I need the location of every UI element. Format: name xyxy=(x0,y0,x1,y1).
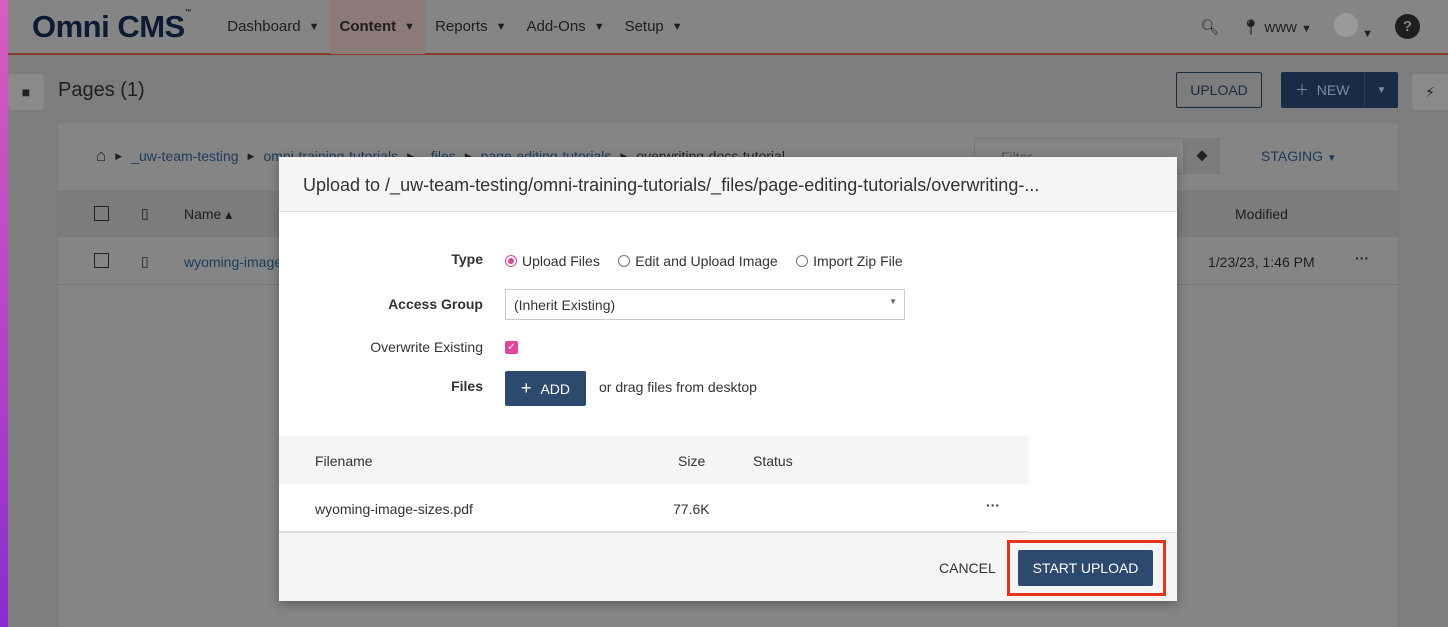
desktop-edge xyxy=(0,0,8,627)
add-files-button[interactable]: + ADD xyxy=(505,371,586,406)
column-name[interactable]: Name ▴ xyxy=(184,206,232,223)
file-size: 77.6K xyxy=(673,501,710,517)
caret-right-icon: ▶ xyxy=(247,150,255,161)
more-options-icon[interactable]: ··· xyxy=(1355,250,1369,266)
tag-icon[interactable]: ⬥ xyxy=(1184,138,1220,174)
upload-file-table: Filename Size Status wyoming-image-sizes… xyxy=(279,436,1029,532)
select-all-checkbox[interactable] xyxy=(94,206,109,221)
chevron-down-icon: ▼ xyxy=(671,20,683,33)
breadcrumb-item[interactable]: _uw-team-testing xyxy=(131,148,238,164)
upload-button[interactable]: UPLOAD xyxy=(1176,72,1262,108)
nav-reports[interactable]: Reports ▼ xyxy=(425,0,516,54)
radio-upload-files[interactable]: Upload Files xyxy=(505,253,600,269)
help-icon[interactable]: ? xyxy=(1395,14,1420,39)
folder-icon[interactable]: ■ xyxy=(8,74,44,110)
nav-label: Setup xyxy=(624,18,664,35)
overwrite-checkbox[interactable]: ✓ xyxy=(505,341,518,354)
nav-add-ons[interactable]: Add-Ons ▼ xyxy=(516,0,614,54)
radio-edit-upload-image[interactable]: Edit and Upload Image xyxy=(618,253,778,269)
staging-label: STAGING xyxy=(1261,148,1323,164)
logo-text: Omni CMS xyxy=(32,8,185,44)
overwrite-label: Overwrite Existing xyxy=(370,339,483,355)
new-label: NEW xyxy=(1316,82,1350,98)
map-pin-icon: 📍︎ xyxy=(1241,18,1261,36)
files-label: Files xyxy=(451,378,483,394)
search-icon[interactable]: 🔍︎ xyxy=(1200,18,1219,36)
chevron-down-icon: ▼ xyxy=(404,20,416,33)
file-table-header: Filename Size Status xyxy=(279,436,1029,484)
trademark: ™ xyxy=(184,8,192,16)
chevron-down-icon: ▼ xyxy=(1301,22,1312,35)
row-modified: 1/23/23, 1:46 PM xyxy=(1208,254,1315,270)
nav-label: Add-Ons xyxy=(526,18,586,35)
highlight-box xyxy=(1007,540,1166,596)
nav-content[interactable]: Content ▼ xyxy=(329,0,426,54)
user-menu[interactable]: ▼ xyxy=(1333,12,1373,41)
plus-icon: + xyxy=(520,378,532,398)
site-name: www xyxy=(1264,18,1297,36)
staging-dropdown[interactable]: STAGING ▼ xyxy=(1261,148,1337,164)
radio-indicator xyxy=(618,255,631,267)
pdf-icon: ▯ xyxy=(141,253,149,269)
chevron-down-icon: ▼ xyxy=(1326,153,1337,164)
header-size: Size xyxy=(678,453,706,469)
dialog-title: Upload to /_uw-team-testing/omni-trainin… xyxy=(279,157,1177,212)
nav-label: Dashboard xyxy=(227,18,301,35)
access-group-select[interactable]: (Inherit Existing) ▼ xyxy=(505,289,905,320)
nav-label: Content xyxy=(339,18,397,35)
dialog-footer: CANCEL START UPLOAD xyxy=(279,532,1177,601)
radio-label: Edit and Upload Image xyxy=(635,253,778,269)
caret-right-icon: ▶ xyxy=(115,150,123,161)
cancel-button[interactable]: CANCEL xyxy=(939,560,996,576)
type-radio-group: Upload Files Edit and Upload Image Impor… xyxy=(505,253,917,272)
radio-label: Import Zip File xyxy=(813,253,903,269)
chevron-down-icon: ▼ xyxy=(495,20,507,33)
file-type-icon: ▯ xyxy=(141,205,149,221)
caret-down-icon: ▼ xyxy=(889,297,897,306)
omni-cms-logo[interactable]: Omni CMS™ xyxy=(32,8,192,45)
nav-label: Reports xyxy=(435,18,488,35)
radio-indicator xyxy=(796,255,809,267)
file-name: wyoming-image-sizes.pdf xyxy=(315,501,473,517)
radio-import-zip[interactable]: Import Zip File xyxy=(796,253,903,269)
type-label: Type xyxy=(451,251,483,267)
access-group-label: Access Group xyxy=(388,296,483,312)
chevron-down-icon: ▼ xyxy=(308,20,320,33)
header-status: Status xyxy=(753,453,793,469)
chevron-down-icon: ▼ xyxy=(1362,27,1373,40)
select-value: (Inherit Existing) xyxy=(514,297,616,313)
home-icon[interactable]: ⌂ xyxy=(96,146,106,166)
drag-hint: or drag files from desktop xyxy=(599,379,757,395)
more-options-icon[interactable]: ··· xyxy=(986,497,1000,513)
radio-indicator xyxy=(505,255,517,267)
site-selector[interactable]: 📍︎ www ▼ xyxy=(1241,18,1312,36)
row-checkbox[interactable] xyxy=(94,253,109,268)
new-button[interactable]: ＋ NEW ▼ xyxy=(1281,72,1398,108)
radio-label: Upload Files xyxy=(522,253,600,269)
column-modified[interactable]: Modified xyxy=(1235,206,1288,222)
nav-dashboard[interactable]: Dashboard ▼ xyxy=(217,0,329,54)
chevron-down-icon: ▼ xyxy=(593,20,605,33)
upload-dialog: Upload to /_uw-team-testing/omni-trainin… xyxy=(279,157,1177,601)
plug-icon[interactable]: ⚡︎ xyxy=(1412,74,1448,110)
page-title: Pages (1) xyxy=(58,79,145,101)
add-label: ADD xyxy=(540,380,571,397)
plus-icon: ＋ xyxy=(1295,82,1309,98)
file-row: wyoming-image-sizes.pdf 77.6K ··· xyxy=(279,484,1029,532)
caret-down-icon[interactable]: ▼ xyxy=(1364,72,1398,108)
header-label: Name xyxy=(184,206,222,222)
top-navbar: Omni CMS™ Dashboard ▼ Content ▼ Reports ▼ A… xyxy=(8,0,1448,55)
header-filename: Filename xyxy=(315,453,373,469)
nav-setup[interactable]: Setup ▼ xyxy=(615,0,693,54)
avatar xyxy=(1333,12,1358,37)
